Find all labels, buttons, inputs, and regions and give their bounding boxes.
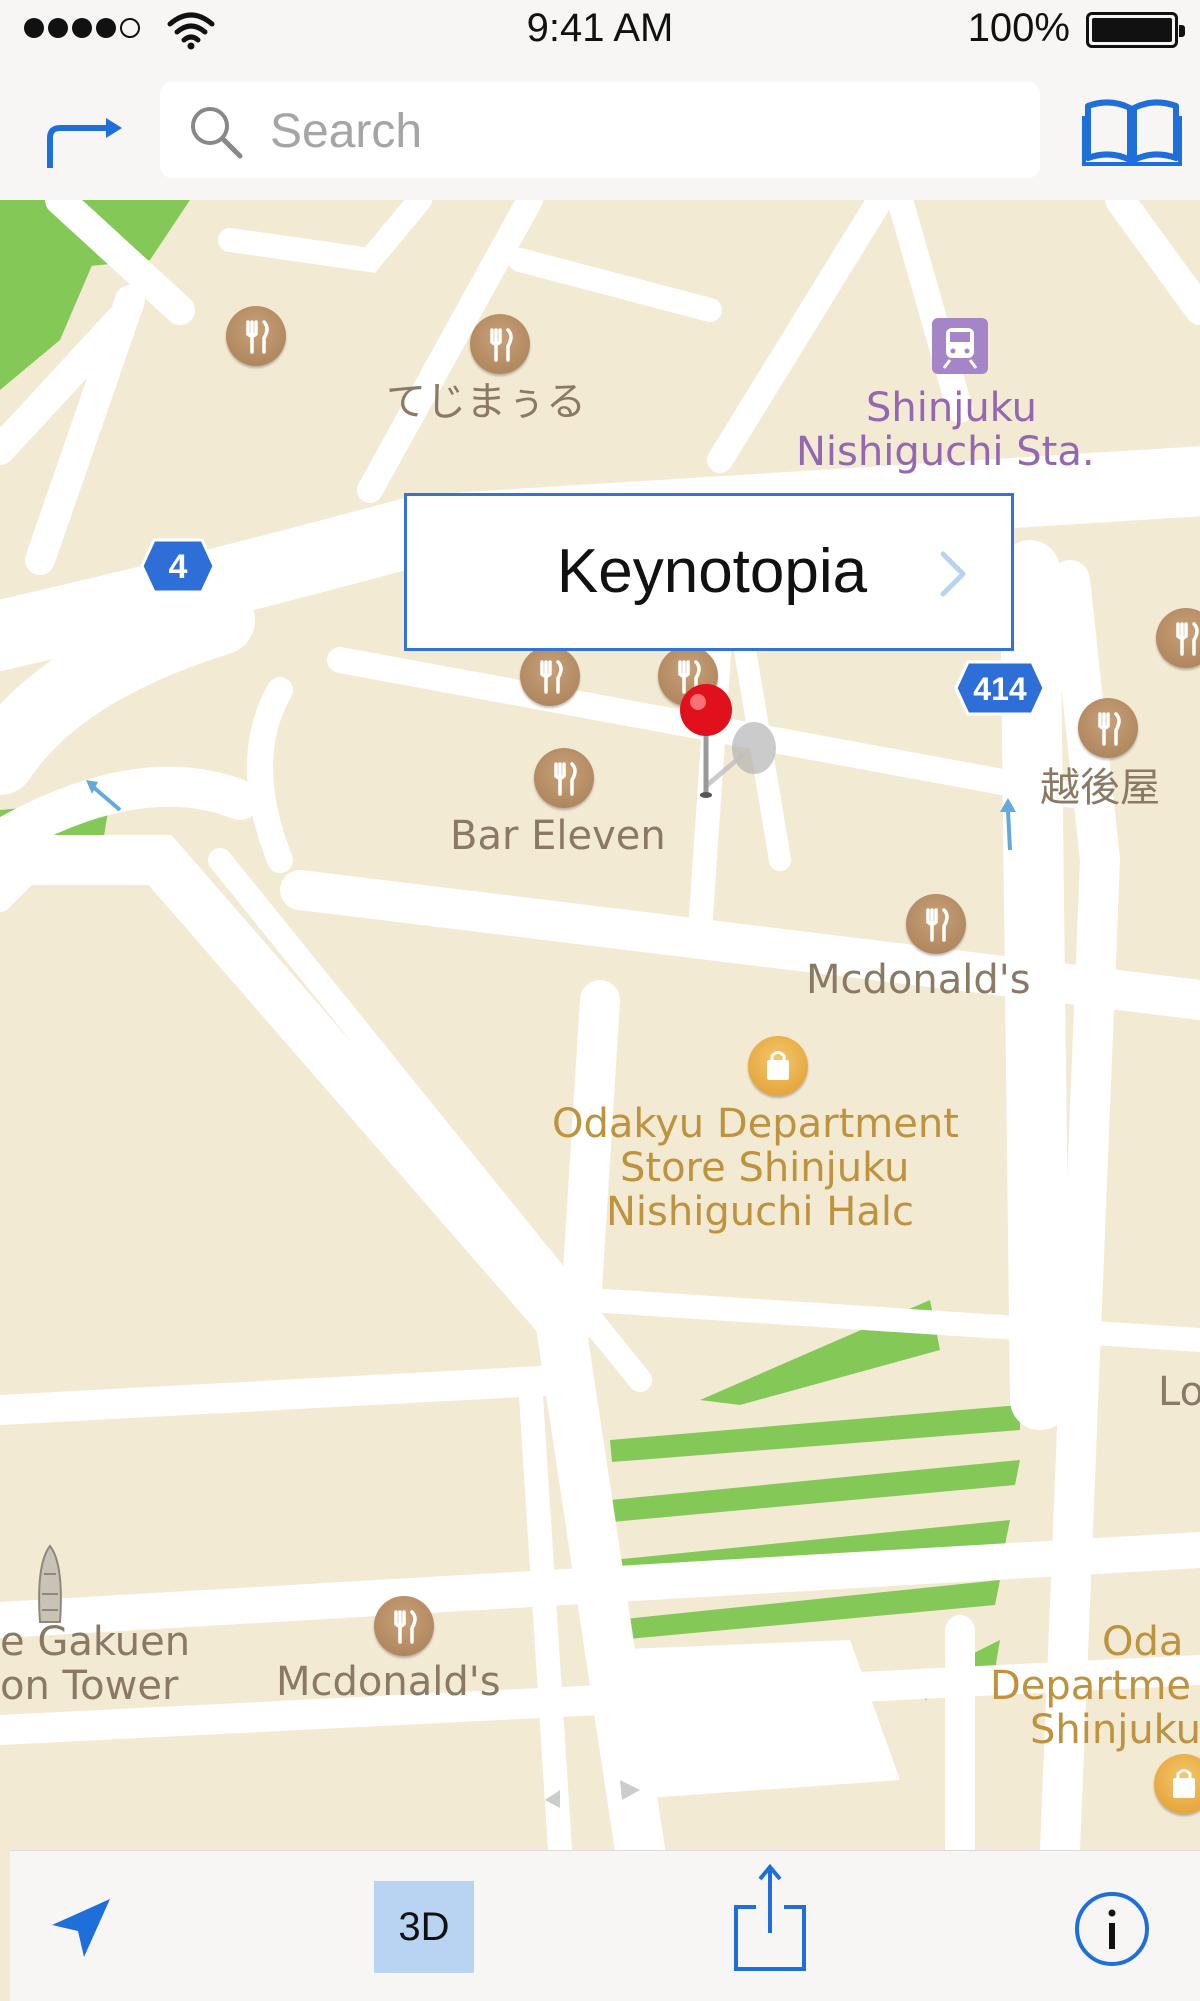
3d-toggle-button[interactable]: 3D: [374, 1881, 474, 1973]
map-label-odakyu-line3[interactable]: Nishiguchi Halc: [606, 1190, 914, 1235]
map-label-oda-line1[interactable]: Oda: [1102, 1620, 1183, 1665]
location-arrow-icon[interactable]: [48, 1895, 114, 1961]
info-icon[interactable]: [1072, 1889, 1152, 1969]
restaurant-icon[interactable]: [520, 646, 580, 706]
bookmarks-book-icon[interactable]: [1082, 96, 1182, 166]
route-number-414: 414: [973, 671, 1027, 707]
bottom-toolbar: 3D: [10, 1850, 1200, 2001]
restaurant-icon[interactable]: [906, 894, 966, 954]
battery-icon: [1086, 12, 1185, 48]
search-bar[interactable]: [160, 82, 1040, 180]
restaurant-icon[interactable]: [1156, 608, 1200, 668]
location-callout[interactable]: Keynotopia: [404, 493, 1014, 651]
map-label-odakyu-line2[interactable]: Store Shinjuku: [620, 1146, 909, 1191]
tower-landmark-icon: [38, 1544, 62, 1623]
route-shield-4: 4: [140, 538, 216, 594]
map-pin-icon[interactable]: [672, 682, 788, 802]
route-shield-414: 414: [954, 660, 1046, 716]
map-label-gakuen-line2[interactable]: on Tower: [0, 1664, 178, 1709]
restaurant-icon[interactable]: [226, 306, 286, 366]
route-number-4: 4: [169, 548, 188, 586]
restaurant-icon[interactable]: [470, 314, 530, 374]
callout-title[interactable]: Keynotopia: [407, 536, 1017, 607]
share-icon[interactable]: [732, 1863, 808, 1973]
top-nav-bar: [0, 60, 1200, 201]
shopping-bag-icon[interactable]: [748, 1036, 808, 1096]
map-label-echigoya[interactable]: 越後屋: [1040, 766, 1160, 811]
map-view[interactable]: 4 414 てじまぅる Shinjuku Nishiguchi Sta. Bar…: [0, 200, 1200, 1850]
search-input[interactable]: [268, 82, 1012, 180]
map-label-gakuen-line1[interactable]: e Gakuen: [0, 1620, 190, 1665]
search-icon: [191, 107, 243, 159]
restaurant-icon[interactable]: [1078, 698, 1138, 758]
map-label-oda-line3[interactable]: Shinjuku: [1030, 1708, 1200, 1753]
map-label-station-line2[interactable]: Nishiguchi Sta.: [796, 430, 1095, 475]
restaurant-icon[interactable]: [374, 1596, 434, 1656]
chevron-right-icon[interactable]: [937, 550, 967, 598]
train-station-icon[interactable]: [930, 316, 990, 376]
directions-arrow-icon[interactable]: [40, 112, 126, 172]
shopping-bag-icon[interactable]: [1154, 1754, 1200, 1814]
map-label-odakyu-line1[interactable]: Odakyu Department: [552, 1102, 959, 1147]
restaurant-icon[interactable]: [534, 748, 594, 808]
status-bar: 9:41 AM 100%: [0, 0, 1200, 60]
map-label-oda-line2[interactable]: Departme: [990, 1664, 1191, 1709]
map-label-mcdonalds-2[interactable]: Mcdonald's: [276, 1660, 501, 1705]
map-label-station-line1[interactable]: Shinjuku: [866, 386, 1037, 431]
map-label-lo[interactable]: Lo: [1158, 1370, 1200, 1415]
battery-percent: 100%: [967, 6, 1070, 50]
map-label-bar-eleven[interactable]: Bar Eleven: [450, 814, 666, 859]
map-label-tejimaaru[interactable]: てじまぅる: [386, 380, 586, 425]
map-label-mcdonalds[interactable]: Mcdonald's: [806, 958, 1031, 1003]
